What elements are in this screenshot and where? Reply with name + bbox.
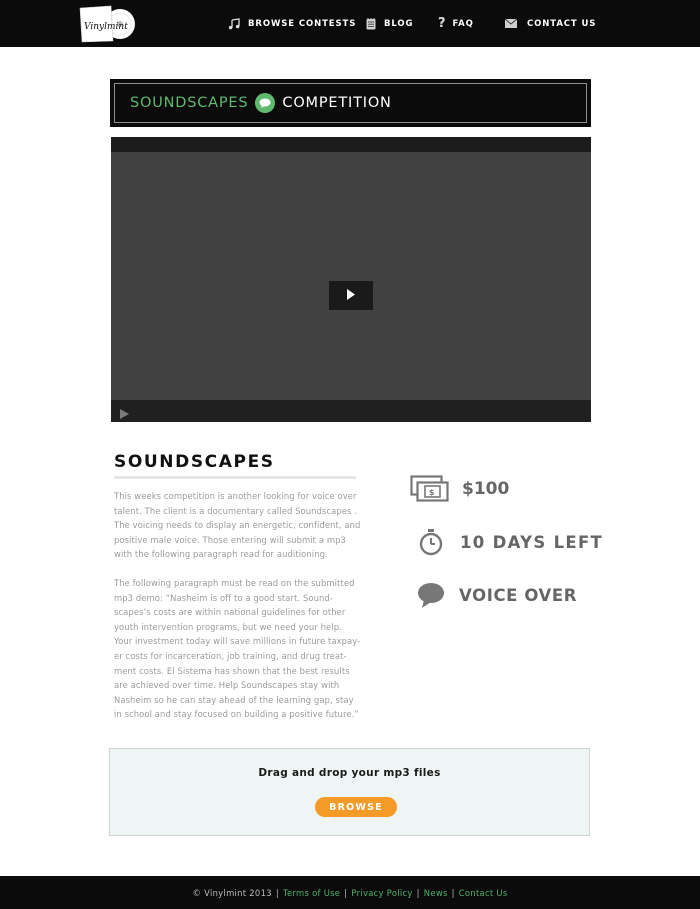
- contest-read-paragraph: The following paragraph must be read on …: [114, 576, 362, 722]
- notebook-icon: [366, 17, 376, 30]
- time-left-stat: 10 DAYS LEFT: [417, 528, 603, 556]
- video-controls: [111, 400, 591, 422]
- upload-dropzone[interactable]: Drag and drop your mp3 files BROWSE: [109, 748, 590, 836]
- browse-button[interactable]: BROWSE: [315, 797, 397, 817]
- play-icon: [346, 287, 356, 305]
- stopwatch-icon: [417, 528, 445, 556]
- chat-bubble-icon: [417, 581, 445, 609]
- privacy-link[interactable]: Privacy Policy: [351, 888, 412, 898]
- competition-banner: SOUNDSCAPES COMPETITION: [110, 79, 591, 127]
- nav-label: CONTACT US: [527, 18, 597, 29]
- speech-bubble-icon: [255, 93, 276, 113]
- svg-text:$: $: [429, 488, 435, 497]
- nav-label: BROWSE CONTESTS: [248, 18, 357, 29]
- question-mark-icon: ?: [438, 16, 447, 31]
- envelope-icon: [505, 19, 517, 28]
- video-player[interactable]: [111, 137, 591, 422]
- contest-category: VOICE OVER: [459, 585, 578, 605]
- footer-separator: |: [416, 887, 420, 898]
- site-header: Vinylmint BROWSE CONTESTS BLOG ? FAQ CON…: [0, 0, 700, 47]
- nav-browse-contests[interactable]: BROWSE CONTESTS: [228, 0, 356, 47]
- video-top-bar: [111, 137, 591, 152]
- contact-link[interactable]: Contact Us: [459, 888, 508, 898]
- days-left: 10 DAYS LEFT: [460, 532, 604, 552]
- category-stat: VOICE OVER: [417, 581, 577, 609]
- play-button[interactable]: [329, 281, 373, 310]
- footer-separator: |: [451, 887, 455, 898]
- copyright-text: © Vinylmint 2013: [192, 887, 272, 898]
- banner-word-competition: COMPETITION: [282, 95, 392, 111]
- nav-blog[interactable]: BLOG: [366, 0, 413, 47]
- nav-faq[interactable]: ? FAQ: [438, 0, 474, 47]
- footer-separator: |: [275, 887, 279, 898]
- description-paragraph: This weeks competition is another lookin…: [114, 491, 361, 560]
- contest-title: SOUNDSCAPES: [114, 452, 275, 472]
- nav-label: FAQ: [452, 18, 474, 29]
- control-play-icon[interactable]: [120, 406, 129, 424]
- banner-word-soundscapes: SOUNDSCAPES: [130, 95, 249, 111]
- terms-link[interactable]: Terms of Use: [283, 888, 340, 898]
- footer-separator: |: [344, 887, 348, 898]
- money-icon: $: [410, 475, 450, 503]
- banner-frame: SOUNDSCAPES COMPETITION: [114, 83, 587, 123]
- nav-label: BLOG: [384, 18, 414, 29]
- dropzone-label: Drag and drop your mp3 files: [258, 767, 441, 779]
- news-link[interactable]: News: [424, 888, 448, 898]
- main-nav: BROWSE CONTESTS BLOG ? FAQ CONTACT US: [0, 0, 700, 47]
- title-divider: [114, 476, 356, 479]
- video-screen[interactable]: [111, 152, 591, 400]
- site-footer: © Vinylmint 2013 | Terms of Use | Privac…: [0, 876, 700, 909]
- description-paragraph: The following paragraph must be read on …: [114, 578, 361, 720]
- contest-description: This weeks competition is another lookin…: [114, 489, 362, 562]
- banner-title: SOUNDSCAPES COMPETITION: [130, 84, 392, 122]
- prize-amount: $100: [462, 479, 510, 499]
- prize-stat: $ $100: [410, 475, 509, 503]
- nav-contact-us[interactable]: CONTACT US: [505, 0, 596, 47]
- music-note-icon: [228, 17, 240, 30]
